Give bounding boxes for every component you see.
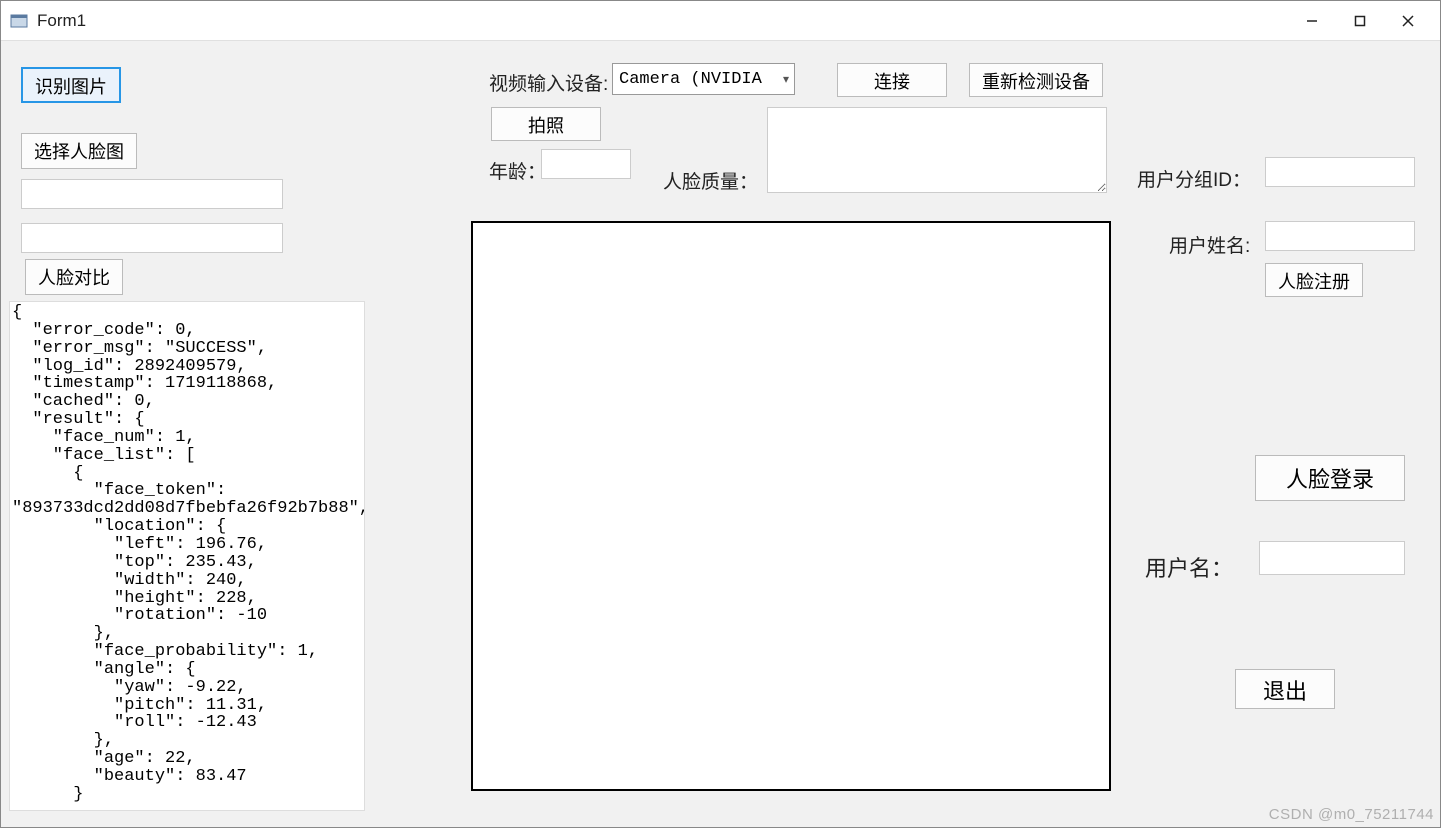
- username-label: 用户名：: [1145, 551, 1233, 583]
- window-title: Form1: [37, 11, 86, 31]
- window: Form1 识别图片 选择人脸图 人脸对比 { "error_code": 0,…: [0, 0, 1441, 828]
- redetect-device-button[interactable]: 重新检测设备: [969, 63, 1103, 97]
- user-fullname-label: 用户姓名:: [1169, 231, 1250, 258]
- app-icon: [9, 11, 29, 31]
- face-image-path-2-input[interactable]: [21, 223, 283, 253]
- exit-button[interactable]: 退出: [1235, 669, 1335, 709]
- maximize-button[interactable]: [1336, 3, 1384, 39]
- recognize-image-button[interactable]: 识别图片: [21, 67, 121, 103]
- maximize-icon: [1354, 15, 1366, 27]
- video-device-select-wrap: ▾: [612, 63, 795, 95]
- age-input[interactable]: [541, 149, 631, 179]
- video-device-label: 视频输入设备:: [489, 69, 608, 96]
- titlebar: Form1: [1, 1, 1440, 41]
- user-group-id-label: 用户分组ID：: [1137, 165, 1251, 192]
- close-icon: [1402, 15, 1414, 27]
- minimize-icon: [1306, 15, 1318, 27]
- face-quality-output[interactable]: [767, 107, 1107, 193]
- face-image-path-1-input[interactable]: [21, 179, 283, 209]
- user-fullname-input[interactable]: [1265, 221, 1415, 251]
- face-login-button[interactable]: 人脸登录: [1255, 455, 1405, 501]
- face-quality-label: 人脸质量：: [663, 167, 758, 194]
- video-device-select[interactable]: [612, 63, 795, 95]
- close-button[interactable]: [1384, 3, 1432, 39]
- choose-face-image-button[interactable]: 选择人脸图: [21, 133, 137, 169]
- age-label: 年龄：: [489, 157, 546, 184]
- video-preview: [471, 221, 1111, 791]
- user-group-id-input[interactable]: [1265, 157, 1415, 187]
- result-output: { "error_code": 0, "error_msg": "SUCCESS…: [9, 301, 365, 811]
- watermark: CSDN @m0_75211744: [1269, 806, 1434, 823]
- minimize-button[interactable]: [1288, 3, 1336, 39]
- client-area: 识别图片 选择人脸图 人脸对比 { "error_code": 0, "erro…: [1, 41, 1440, 827]
- face-compare-button[interactable]: 人脸对比: [25, 259, 123, 295]
- username-input[interactable]: [1259, 541, 1405, 575]
- face-register-button[interactable]: 人脸注册: [1265, 263, 1363, 297]
- connect-button[interactable]: 连接: [837, 63, 947, 97]
- take-photo-button[interactable]: 拍照: [491, 107, 601, 141]
